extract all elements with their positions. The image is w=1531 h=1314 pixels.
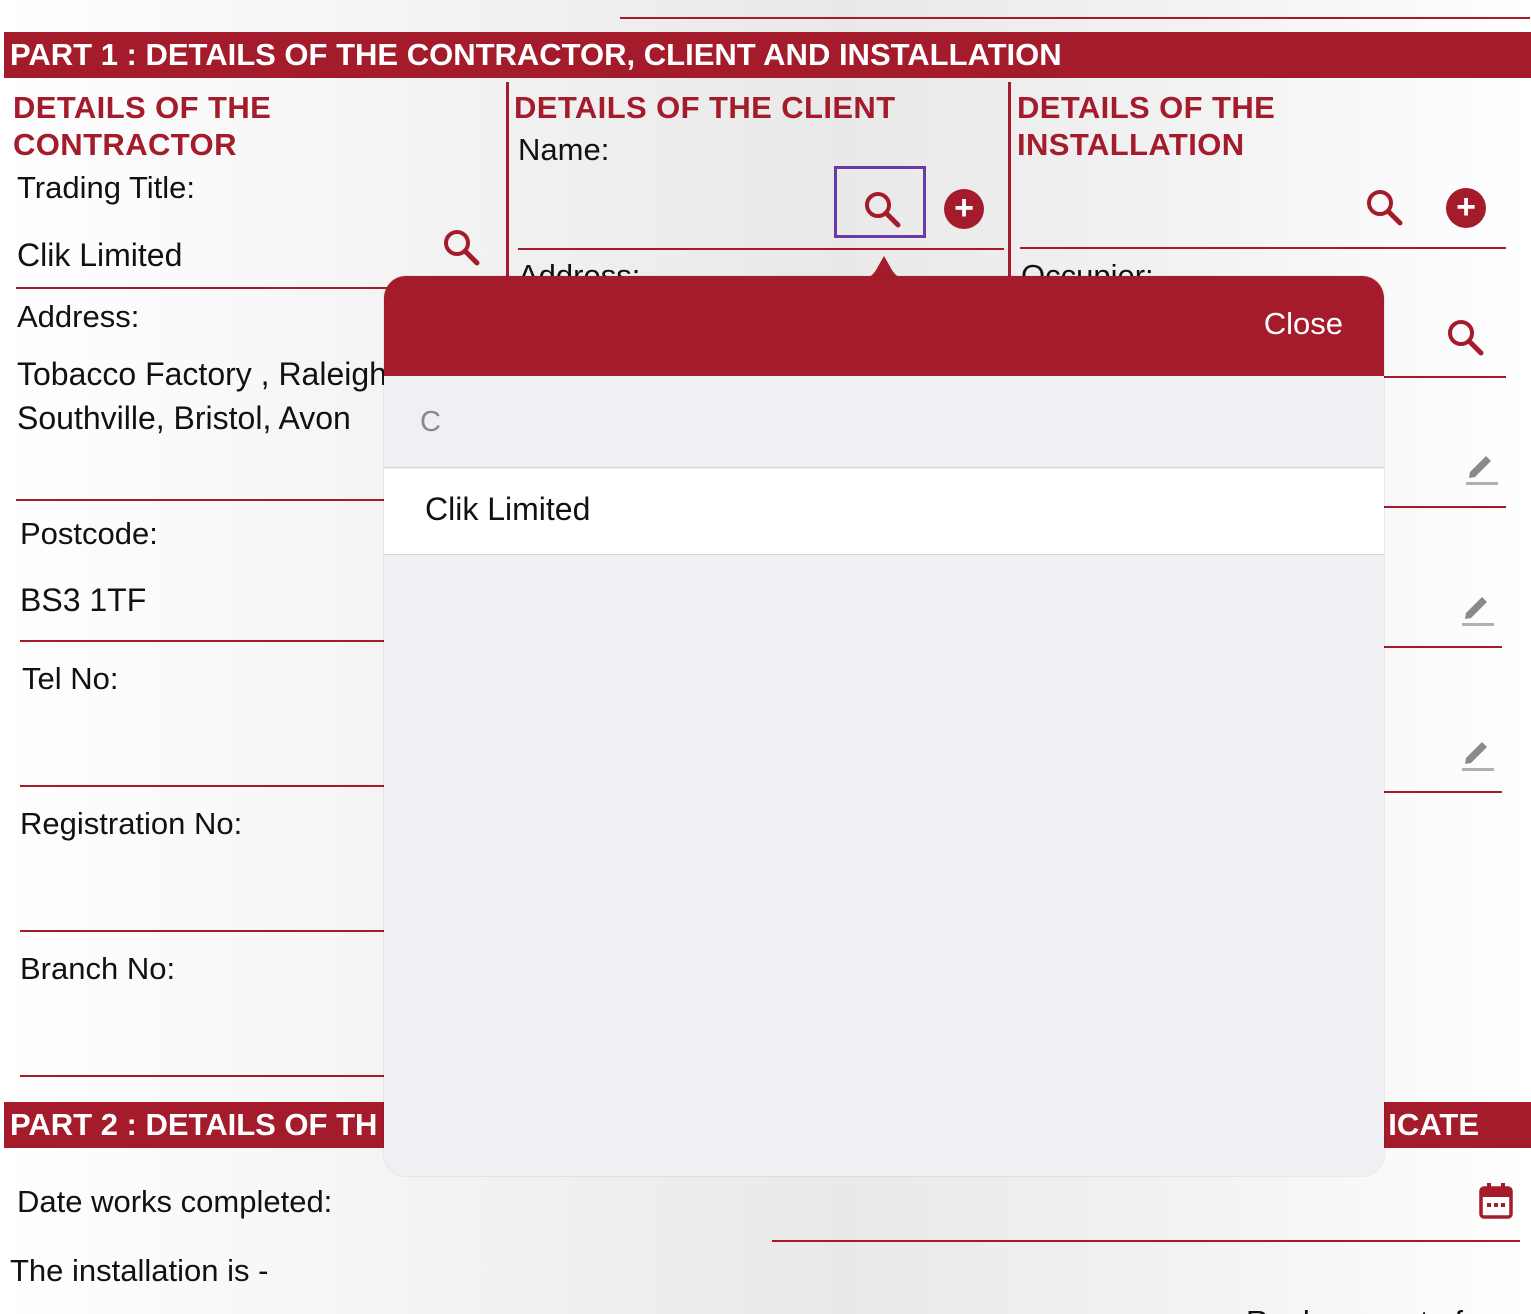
close-button[interactable]: Close	[1264, 306, 1343, 342]
part1-header: PART 1 : DETAILS OF THE CONTRACTOR, CLIE…	[4, 32, 1531, 78]
tel-underline	[20, 785, 400, 787]
part2-title-left: PART 2 : DETAILS OF TH	[10, 1107, 378, 1142]
search-icon[interactable]	[1445, 317, 1485, 357]
search-icon[interactable]	[862, 189, 902, 229]
add-icon[interactable]: +	[1446, 188, 1486, 228]
part2-title-right: ICATE	[1388, 1107, 1479, 1142]
date-completed-underline	[772, 1240, 1520, 1242]
address-label: Address:	[17, 299, 140, 334]
occupier-label: Occupier:	[1021, 258, 1154, 276]
calendar-icon[interactable]	[1478, 1182, 1514, 1220]
installation-field-underline	[1384, 506, 1506, 508]
postcode-label: Postcode:	[20, 516, 158, 551]
column-separator	[506, 82, 509, 277]
edit-icon[interactable]	[1460, 587, 1496, 627]
trading-title-underline	[16, 287, 396, 289]
client-search-popover: Close Clik Limited	[384, 276, 1384, 1176]
address-underline	[16, 499, 396, 501]
top-divider	[620, 17, 1530, 19]
list-item[interactable]: Clik Limited	[384, 469, 1384, 555]
search-icon[interactable]	[1364, 187, 1404, 227]
trading-title-value[interactable]: Clik Limited	[17, 233, 182, 277]
registration-label: Registration No:	[20, 806, 243, 841]
contractor-heading: DETAILS OF THE CONTRACTOR	[13, 90, 272, 162]
tel-label: Tel No:	[22, 661, 119, 696]
part1-title: PART 1 : DETAILS OF THE CONTRACTOR, CLIE…	[10, 37, 1062, 72]
installation-field-underline	[1384, 646, 1502, 648]
occupier-underline	[1384, 376, 1506, 378]
client-name-label: Name:	[518, 132, 610, 167]
popover-search-row	[384, 376, 1384, 468]
registration-underline	[20, 930, 400, 932]
installation-is-label: The installation is -	[10, 1253, 269, 1288]
postcode-value[interactable]: BS3 1TF	[20, 578, 146, 622]
date-completed-label: Date works completed:	[17, 1184, 333, 1219]
postcode-underline	[20, 640, 400, 642]
result-label: Clik Limited	[425, 491, 591, 527]
branch-underline	[20, 1075, 400, 1077]
trading-title-label: Trading Title:	[17, 170, 196, 205]
client-address-label: Address:	[518, 258, 641, 276]
installation-heading: DETAILS OF THE INSTALLATION	[1017, 90, 1276, 162]
client-name-underline	[518, 248, 1004, 250]
add-icon[interactable]: +	[944, 189, 984, 229]
replacement-label: Replacement of	[1246, 1304, 1463, 1314]
column-separator	[1008, 82, 1011, 277]
branch-label: Branch No:	[20, 951, 176, 986]
edit-icon[interactable]	[1464, 446, 1500, 486]
installation-field-underline	[1384, 791, 1502, 793]
search-icon[interactable]	[441, 227, 481, 267]
client-heading: DETAILS OF THE CLIENT	[514, 90, 896, 125]
search-input[interactable]	[420, 398, 1320, 446]
installation-underline	[1020, 247, 1506, 249]
edit-icon[interactable]	[1460, 732, 1496, 772]
popover-header: Close	[384, 276, 1384, 376]
